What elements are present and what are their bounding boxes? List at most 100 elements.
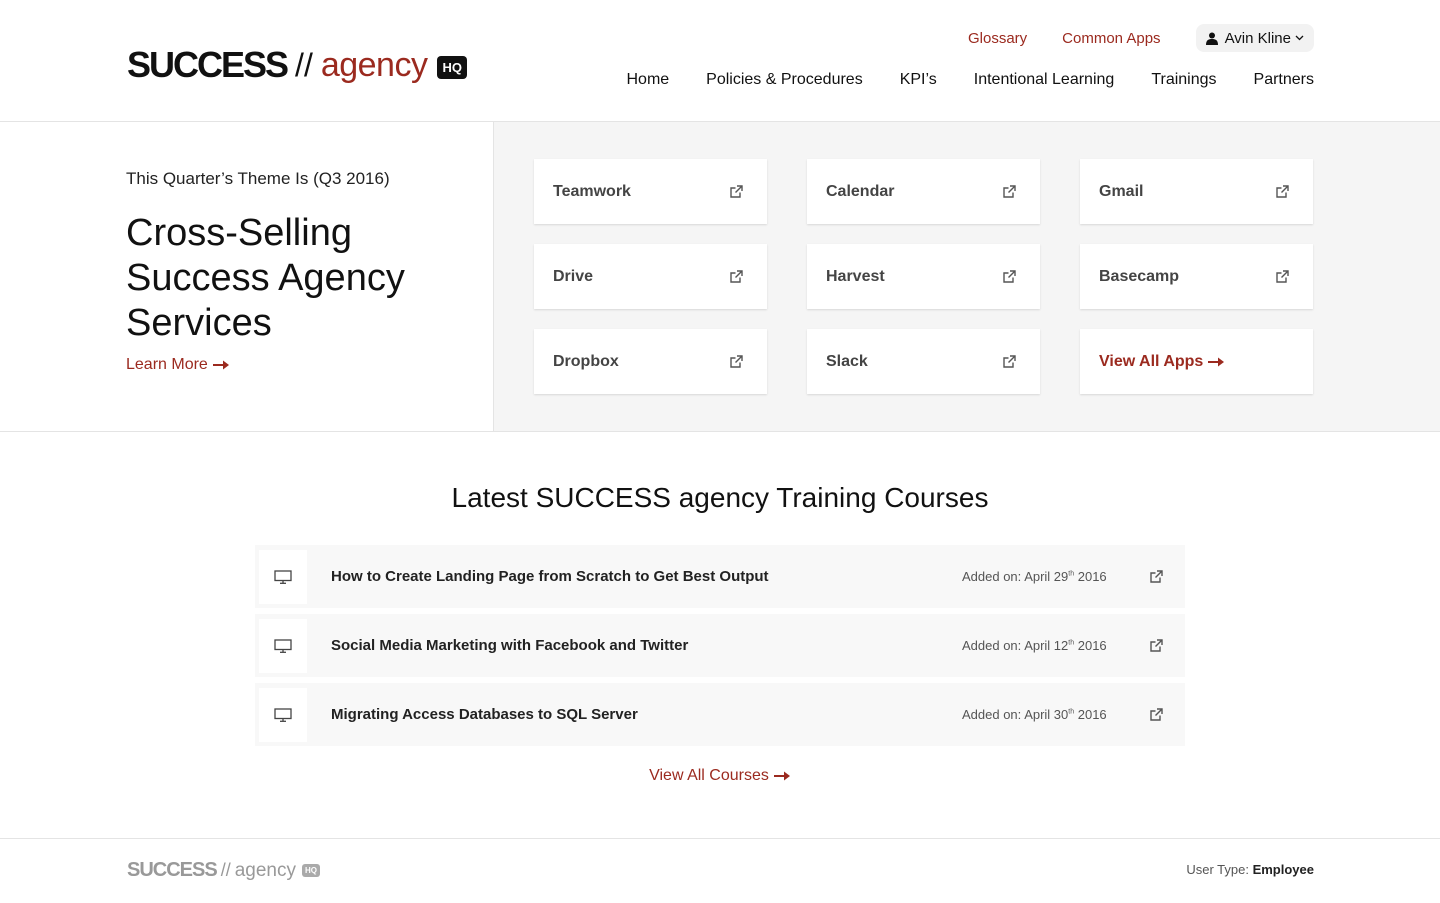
date-month-day: April 30 [1024,707,1069,722]
app-tile-drive[interactable]: Drive [534,244,767,309]
nav-home[interactable]: Home [626,71,669,89]
date-year: 2016 [1077,707,1107,722]
app-tile-harvest[interactable]: Harvest [807,244,1040,309]
course-title: How to Create Landing Page from Scratch … [331,568,769,585]
nav-intentional-learning[interactable]: Intentional Learning [974,71,1115,89]
date-suffix: th [1068,708,1075,716]
date-year: 2016 [1077,638,1107,653]
date-prefix: Added on: [962,707,1022,722]
nav-policies-procedures[interactable]: Policies & Procedures [706,71,863,89]
logo-separator: // [295,46,313,83]
theme-title-line: Cross-Selling [126,212,352,254]
apps-grid: Teamwork Calendar Gmail Drive Harvest Ba… [534,159,1313,394]
app-tile-calendar[interactable]: Calendar [807,159,1040,224]
user-name: Avin Kline [1224,29,1291,47]
app-name: Harvest [826,267,885,285]
theme-title-line: Success Agency [126,257,405,299]
date-year: 2016 [1077,569,1107,584]
courses-heading: Latest SUCCESS agency Training Courses [451,482,989,513]
course-date: Added on: April 30th 2016 [962,707,1150,722]
external-link-icon [730,185,743,198]
external-link-icon [1003,270,1016,283]
user-type-label: User Type: [1186,862,1249,877]
app-name: Dropbox [553,352,619,370]
view-all-courses: View All Courses [0,767,1440,785]
hero-section: This Quarter’s Theme Is (Q3 2016) Cross-… [0,122,1440,432]
app-name: Gmail [1099,182,1144,200]
header: SUCCESS // agency HQ Glossary Common App… [0,0,1440,122]
user-menu[interactable]: Avin Kline [1195,24,1314,52]
date-suffix: th [1068,639,1075,647]
training-courses-section: Latest SUCCESS agency Training Courses H… [0,432,1440,785]
app-tile-gmail[interactable]: Gmail [1080,159,1313,224]
view-all-courses-label: View All Courses [649,767,769,784]
external-link-icon [730,270,743,283]
quarter-theme-panel: This Quarter’s Theme Is (Q3 2016) Cross-… [0,122,494,431]
course-row[interactable]: Migrating Access Databases to SQL Server… [255,683,1185,746]
chevron-down-icon [1295,35,1304,41]
theme-title-line: Services [126,302,272,344]
nav-trainings[interactable]: Trainings [1151,71,1216,89]
footer-logo-agency: agency [234,859,296,881]
course-icon-box [259,549,307,604]
learn-more-label: Learn More [126,356,208,373]
user-type-value: Employee [1252,862,1314,877]
course-row[interactable]: How to Create Landing Page from Scratch … [255,545,1185,608]
view-all-courses-link[interactable]: View All Courses [649,767,791,785]
user-icon [1205,32,1218,45]
footer-logo[interactable]: SUCCESS // agency HQ [127,859,320,882]
nav-kpis[interactable]: KPI’s [900,71,937,89]
common-apps-panel: Teamwork Calendar Gmail Drive Harvest Ba… [494,122,1440,431]
footer-logo-separator: // [220,860,231,880]
course-icon-box [259,687,307,742]
course-list: How to Create Landing Page from Scratch … [255,545,1185,746]
monitor-icon [274,707,292,722]
utility-nav: Glossary Common Apps Avin Kline [968,24,1314,52]
external-link-icon[interactable] [1150,708,1163,721]
date-month-day: April 12 [1024,638,1069,653]
user-type: User Type: Employee [1186,862,1314,877]
footer: SUCCESS // agency HQ User Type: Employee [0,838,1440,903]
arrow-right-icon [773,771,790,781]
view-all-apps-tile[interactable]: View All Apps [1080,329,1313,394]
app-tile-slack[interactable]: Slack [807,329,1040,394]
external-link-icon [1276,270,1289,283]
app-tile-teamwork[interactable]: Teamwork [534,159,767,224]
course-icon-box [259,618,307,673]
arrow-right-icon [1208,357,1225,366]
theme-title: Cross-Selling Success Agency Services [126,211,493,346]
external-link-icon[interactable] [1150,570,1163,583]
logo-agency-text: agency [320,45,428,84]
external-link-icon [730,355,743,368]
theme-label: This Quarter’s Theme Is (Q3 2016) [126,169,390,188]
logo-success-text: SUCCESS [127,44,289,85]
external-link-icon [1276,185,1289,198]
common-apps-link[interactable]: Common Apps [1062,30,1160,47]
course-date: Added on: April 12th 2016 [962,638,1150,653]
external-link-icon [1003,355,1016,368]
app-name: Slack [826,352,868,370]
app-tile-dropbox[interactable]: Dropbox [534,329,767,394]
arrow-right-icon [212,360,229,370]
date-prefix: Added on: [962,569,1022,584]
nav-partners[interactable]: Partners [1254,71,1314,89]
external-link-icon [1003,185,1016,198]
course-row[interactable]: Social Media Marketing with Facebook and… [255,614,1185,677]
date-month-day: April 29 [1024,569,1069,584]
monitor-icon [274,569,292,584]
app-name: Calendar [826,182,895,200]
external-link-icon[interactable] [1150,639,1163,652]
footer-logo-success: SUCCESS [127,859,218,881]
app-name: Teamwork [553,182,631,200]
logo-hq-badge: HQ [437,55,467,79]
course-title: Migrating Access Databases to SQL Server [331,706,638,723]
app-tile-basecamp[interactable]: Basecamp [1080,244,1313,309]
main-nav: Home Policies & Procedures KPI’s Intenti… [589,71,1314,89]
logo[interactable]: SUCCESS // agency HQ [127,44,467,86]
learn-more-link[interactable]: Learn More [126,356,230,374]
course-date: Added on: April 29th 2016 [962,569,1150,584]
monitor-icon [274,638,292,653]
course-title: Social Media Marketing with Facebook and… [331,637,689,654]
app-name: Basecamp [1099,267,1180,285]
glossary-link[interactable]: Glossary [968,30,1027,47]
